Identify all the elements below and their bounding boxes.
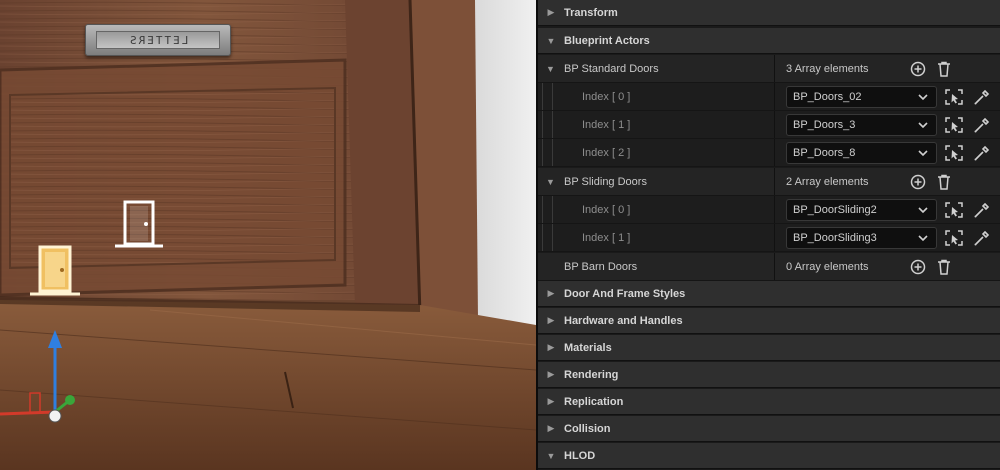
property-bp-standard-doors[interactable]: ▼ BP Standard Doors 3 Array elements (538, 55, 1000, 83)
asset-picker-value: BP_Doors_02 (793, 91, 862, 103)
category-rendering[interactable]: ▶ Rendering (538, 362, 1000, 388)
category-replication[interactable]: ▶ Replication (538, 389, 1000, 415)
asset-picker-value: BP_DoorSliding3 (793, 232, 877, 244)
chevron-down-icon (918, 122, 928, 129)
browse-to-actor-icon[interactable] (945, 202, 963, 218)
category-hardware-and-handles[interactable]: ▶ Hardware and Handles (538, 308, 1000, 334)
array-index-label: Index [ 1 ] (582, 119, 631, 131)
collapsed-arrow-icon: ▶ (547, 7, 555, 17)
browse-to-actor-icon[interactable] (945, 89, 963, 105)
property-bp-sliding-doors[interactable]: ▼ BP Sliding Doors 2 Array elements (538, 168, 1000, 196)
collapsed-arrow-icon: ▶ (547, 396, 555, 406)
category-label: Blueprint Actors (564, 34, 650, 47)
expanded-arrow-icon: ▼ (546, 450, 556, 461)
array-element-row: Index [ 2 ] BP_Doors_8 (538, 139, 1000, 167)
trash-icon[interactable] (937, 259, 951, 275)
selected-door-actor-icon[interactable] (28, 243, 82, 299)
expanded-arrow-icon: ▼ (546, 35, 556, 46)
browse-to-actor-icon[interactable] (945, 230, 963, 246)
category-label: Rendering (564, 368, 619, 381)
collapsed-arrow-icon: ▶ (547, 423, 555, 433)
array-index-label: Index [ 0 ] (582, 204, 631, 216)
category-door-and-frame-styles[interactable]: ▶ Door And Frame Styles (538, 281, 1000, 307)
eyedropper-icon[interactable] (973, 117, 991, 133)
array-index-label: Index [ 2 ] (582, 147, 631, 159)
asset-picker-value: BP_Doors_8 (793, 147, 856, 159)
eyedropper-icon[interactable] (973, 230, 991, 246)
asset-picker-combo[interactable]: BP_DoorSliding2 (786, 199, 937, 221)
array-index-label: Index [ 1 ] (582, 232, 631, 244)
trash-icon[interactable] (937, 61, 951, 77)
array-element-row: Index [ 0 ] BP_DoorSliding2 (538, 196, 1000, 224)
scene-render (0, 0, 536, 470)
category-label: Replication (564, 395, 624, 408)
door-actor-icon[interactable] (113, 198, 165, 252)
property-name: BP Standard Doors (564, 63, 659, 75)
level-viewport[interactable]: LETTERS (0, 0, 536, 470)
collapsed-arrow-icon: ▶ (547, 342, 555, 352)
array-element-row: Index [ 1 ] BP_Doors_3 (538, 111, 1000, 139)
category-label: Collision (564, 422, 611, 435)
eyedropper-icon[interactable] (973, 89, 991, 105)
array-index-label: Index [ 0 ] (582, 91, 631, 103)
array-element-row: Index [ 1 ] BP_DoorSliding3 (538, 224, 1000, 252)
asset-picker-combo[interactable]: BP_DoorSliding3 (786, 227, 937, 249)
property-bp-barn-doors[interactable]: BP Barn Doors 0 Array elements (538, 253, 1000, 281)
details-panel: ▶ Transform ▼ Blueprint Actors ▼ BP Stan… (538, 0, 1000, 470)
category-label: Hardware and Handles (564, 314, 683, 327)
category-blueprint-actors[interactable]: ▼ Blueprint Actors (538, 28, 1000, 54)
letters-plaque: LETTERS (85, 24, 231, 56)
asset-picker-combo[interactable]: BP_Doors_02 (786, 86, 937, 108)
category-label: Door And Frame Styles (564, 287, 686, 300)
expanded-arrow-icon[interactable]: ▼ (546, 55, 555, 83)
category-materials[interactable]: ▶ Materials (538, 335, 1000, 361)
category-collision[interactable]: ▶ Collision (538, 416, 1000, 442)
array-count: 3 Array elements (786, 63, 869, 75)
category-hlod[interactable]: ▼ HLOD (538, 443, 1000, 469)
chevron-down-icon (918, 207, 928, 214)
category-label: Transform (564, 6, 618, 19)
trash-icon[interactable] (937, 174, 951, 190)
asset-picker-combo[interactable]: BP_Doors_8 (786, 142, 937, 164)
category-label: HLOD (564, 449, 596, 462)
category-transform[interactable]: ▶ Transform (538, 0, 1000, 26)
property-name: BP Barn Doors (564, 261, 638, 273)
add-element-icon[interactable] (910, 61, 926, 77)
browse-to-actor-icon[interactable] (945, 145, 963, 161)
browse-to-actor-icon[interactable] (945, 117, 963, 133)
eyedropper-icon[interactable] (973, 202, 991, 218)
array-count: 0 Array elements (786, 261, 869, 273)
eyedropper-icon[interactable] (973, 145, 991, 161)
asset-picker-combo[interactable]: BP_Doors_3 (786, 114, 937, 136)
add-element-icon[interactable] (910, 174, 926, 190)
chevron-down-icon (918, 150, 928, 157)
property-name: BP Sliding Doors (564, 176, 647, 188)
asset-picker-value: BP_Doors_3 (793, 119, 856, 131)
chevron-down-icon (918, 94, 928, 101)
asset-picker-value: BP_DoorSliding2 (793, 204, 877, 216)
category-label: Materials (564, 341, 612, 354)
collapsed-arrow-icon: ▶ (547, 288, 555, 298)
array-count: 2 Array elements (786, 176, 869, 188)
add-element-icon[interactable] (910, 259, 926, 275)
expanded-arrow-icon[interactable]: ▼ (546, 168, 555, 196)
array-element-row: Index [ 0 ] BP_Doors_02 (538, 83, 1000, 111)
chevron-down-icon (918, 235, 928, 242)
collapsed-arrow-icon: ▶ (547, 315, 555, 325)
collapsed-arrow-icon: ▶ (547, 369, 555, 379)
plaque-text: LETTERS (127, 33, 189, 47)
